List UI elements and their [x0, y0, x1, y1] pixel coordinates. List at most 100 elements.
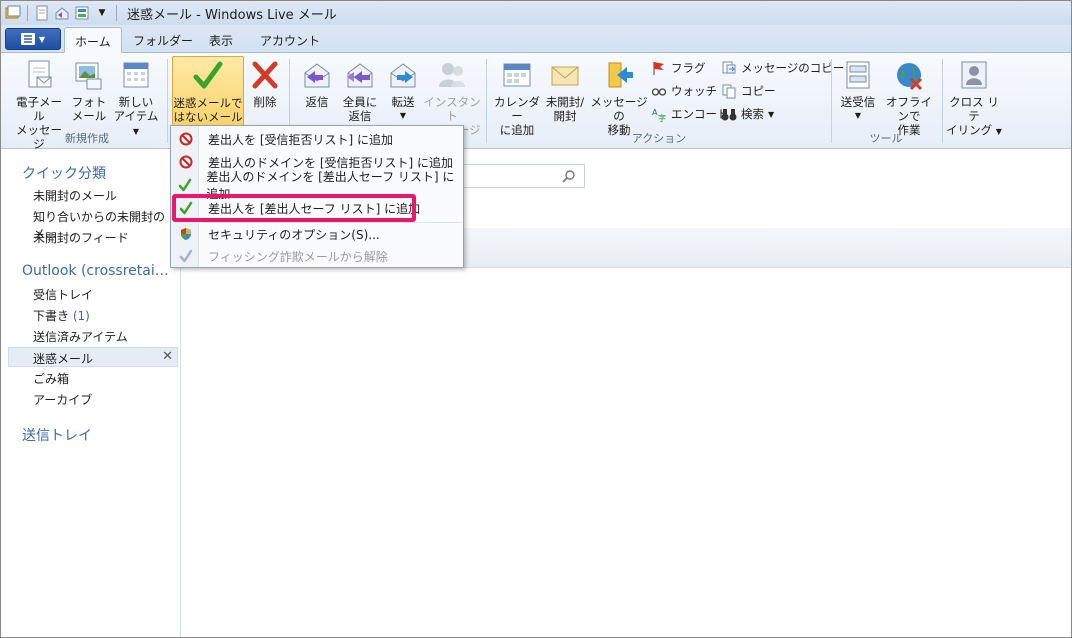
find-button[interactable]: 検索 ▼ — [721, 105, 774, 123]
app-icon[interactable] — [5, 5, 21, 21]
calendar-icon — [501, 59, 533, 91]
delete-button[interactable]: 削除 — [247, 59, 283, 109]
calendar-label-1: カレンダー — [494, 95, 540, 123]
menu-item-label: 差出人を [受信拒否リスト] に追加 — [208, 132, 393, 147]
quick-views-header[interactable]: クイック分類 — [22, 163, 106, 183]
search-input[interactable] — [462, 164, 585, 188]
copy-message-button[interactable]: メッセージのコピー — [721, 59, 844, 77]
folder-junk-email[interactable]: 迷惑メール ✕ — [8, 347, 178, 367]
watch-label: ウォッチ — [671, 84, 717, 98]
reply-all-label-1: 全員に — [342, 95, 378, 109]
not-junk-label-2: はないメール — [173, 110, 243, 124]
chevron-down-icon: ▼ — [38, 34, 46, 44]
not-junk-label-1: 迷惑メールで — [173, 96, 243, 110]
crossposting-label-2: イリング — [946, 123, 993, 137]
menu-item-block-sender[interactable]: 差出人を [受信拒否リスト] に追加 — [172, 128, 462, 150]
move-label-1: メッセージの — [590, 95, 648, 123]
crossposting-button[interactable]: クロス リテ イリング ▼ — [945, 59, 1003, 139]
group-label-actions: アクション — [631, 132, 687, 145]
photo-email-button[interactable]: フォト メール — [69, 59, 109, 123]
search-icon — [562, 169, 576, 186]
folder-drafts-label: 下書き — [33, 309, 70, 323]
folder-drafts[interactable]: 下書き (1) — [33, 307, 90, 324]
tab-home[interactable]: ホーム — [64, 27, 122, 53]
folder-archive[interactable]: アーカイブ — [33, 391, 92, 408]
svg-text:字: 字 — [658, 113, 666, 122]
binoculars-icon — [721, 109, 737, 121]
forward-button[interactable]: 転送 ▼ — [384, 59, 422, 123]
copy-icon — [722, 84, 736, 99]
globe-icon — [893, 59, 925, 91]
new-email-label-1: 電子メール — [16, 95, 62, 123]
new-email-icon — [23, 59, 55, 91]
qat-dropdown-icon[interactable]: ▼ — [94, 5, 110, 21]
copy-message-label: メッセージのコピー — [741, 61, 845, 75]
copy-message-icon — [722, 61, 736, 74]
app-menu-button[interactable]: ▼ — [5, 28, 61, 50]
menu-item-label: フィッシング詐欺メールから解除 — [208, 249, 388, 264]
folder-move-icon — [603, 59, 635, 91]
delete-label: 削除 — [253, 95, 277, 109]
work-offline-button[interactable]: オフラインで 作業 — [881, 59, 937, 137]
folder-inbox[interactable]: 受信トレイ — [33, 286, 93, 303]
encode-button[interactable]: A字 エンコード — [651, 105, 729, 123]
copy-label: コピー — [741, 84, 776, 98]
menu-item-unmark-phishing[interactable]: フィッシング詐欺メールから解除 — [172, 245, 462, 267]
account-header[interactable]: Outlook (crossretai… — [22, 263, 169, 279]
quick-view-unread-mail[interactable]: 未開封のメール — [33, 187, 117, 204]
send-receive-icon[interactable] — [74, 5, 90, 21]
send-receive-button[interactable]: 送受信 ▼ — [835, 59, 881, 123]
glasses-icon — [651, 88, 667, 96]
folder-deleted-items[interactable]: ごみ箱 — [33, 370, 69, 387]
reply-icon — [301, 59, 333, 91]
group-label-tools: ツール — [869, 132, 903, 145]
reply-all-label-2: 返信 — [348, 109, 372, 123]
folder-sent-items[interactable]: 送信済みアイテム — [33, 328, 128, 345]
menu-item-label: セキュリティのオプション(S)... — [208, 227, 380, 242]
check-icon — [192, 60, 224, 92]
calendar-icon — [120, 59, 152, 91]
send-receive-label: 送受信 — [840, 95, 876, 109]
flag-button[interactable]: フラグ — [651, 59, 706, 77]
reply-icon[interactable] — [54, 5, 70, 21]
unread-label-1: 未開封/ — [545, 95, 585, 109]
unread-read-button[interactable]: 未開封/ 開封 — [543, 59, 587, 123]
menu-item-security-options[interactable]: セキュリティのオプション(S)... — [172, 223, 462, 245]
instant-message-label-1: インスタント — [423, 95, 481, 123]
move-message-button[interactable]: メッセージの 移動 — [589, 59, 649, 137]
folder-drafts-count: (1) — [72, 309, 90, 323]
reply-button[interactable]: 返信 — [297, 59, 337, 109]
copy-button[interactable]: コピー — [721, 82, 776, 100]
crossposting-label-1: クロス リテ — [949, 95, 999, 123]
window-title: 迷惑メール - Windows Live メール — [127, 7, 337, 23]
chevron-down-icon: ▼ — [399, 111, 407, 120]
tab-folder[interactable]: フォルダー — [123, 27, 203, 53]
title-bar: ▼ 迷惑メール - Windows Live メール — [1, 1, 1071, 25]
photo-email-icon — [73, 59, 105, 91]
watch-button[interactable]: ウォッチ — [651, 82, 717, 100]
check-icon — [172, 178, 198, 192]
menu-item-safe-domain[interactable]: 差出人のドメインを [差出人セーフ リスト] に追加 — [172, 170, 462, 201]
highlight-annotation — [172, 194, 416, 222]
quick-view-unread-feeds[interactable]: 未開封のフィード — [33, 229, 129, 246]
new-items-label-1: 新しい — [118, 95, 154, 109]
folder-junk-label: 迷惑メール — [33, 352, 94, 366]
outbox-header[interactable]: 送信トレイ — [22, 425, 92, 445]
new-items-button[interactable]: 新しい アイテム ▼ — [109, 59, 163, 139]
new-mail-icon[interactable] — [34, 5, 50, 21]
menu-icon — [20, 33, 35, 45]
reply-all-button[interactable]: 全員に 返信 — [339, 59, 381, 123]
add-to-calendar-button[interactable]: カレンダー に追加 — [491, 59, 543, 137]
forward-label: 転送 — [391, 95, 415, 109]
chevron-down-icon: ▼ — [995, 127, 1002, 136]
encode-icon: A字 — [652, 108, 666, 122]
envelope-icon — [549, 59, 581, 91]
tab-account[interactable]: アカウント — [250, 27, 330, 53]
new-items-label-2: アイテム — [113, 109, 159, 123]
block-icon — [172, 155, 200, 169]
not-junk-button[interactable]: 迷惑メールで はないメール ▼ — [172, 56, 244, 137]
offline-label-1: オフラインで — [886, 95, 932, 123]
group-separator — [942, 59, 943, 143]
tab-view[interactable]: 表示 — [199, 27, 243, 53]
close-icon[interactable]: ✕ — [162, 349, 173, 364]
